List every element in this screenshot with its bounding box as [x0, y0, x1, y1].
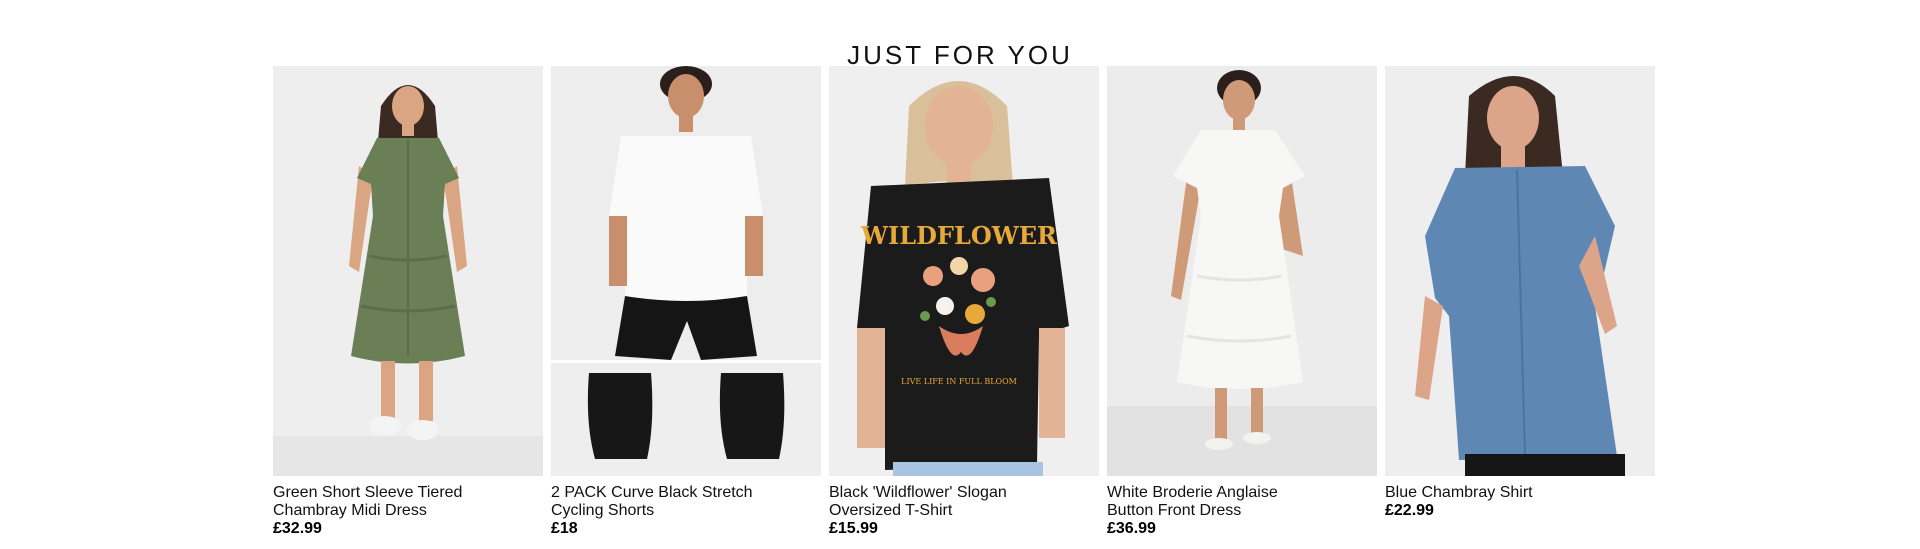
- print-slogan: WILDFLOWER: [860, 221, 1058, 250]
- product-image-flatlay: [551, 363, 821, 476]
- product-title[interactable]: White Broderie Anglaise Button Front Dre…: [1107, 484, 1377, 520]
- product-card[interactable]: 2 PACK Curve Black Stretch Cycling Short…: [551, 66, 821, 538]
- product-title[interactable]: Blue Chambray Shirt: [1385, 484, 1655, 502]
- print-subtext: LIVE LIFE IN FULL BLOOM: [901, 377, 1017, 386]
- shorts-flatlay-photo: [551, 363, 821, 476]
- product-image-white-dress[interactable]: [1107, 66, 1377, 476]
- product-image-cycling-shorts[interactable]: [551, 66, 821, 476]
- white-dress-photo: [1107, 66, 1377, 476]
- product-title[interactable]: 2 PACK Curve Black Stretch Cycling Short…: [551, 484, 821, 520]
- product-card[interactable]: White Broderie Anglaise Button Front Dre…: [1107, 66, 1377, 538]
- just-for-you-section: JUST FOR YOU Green Short Sleeve Tiered C…: [0, 0, 1920, 549]
- product-card[interactable]: WILDFLOWER LIVE LIFE IN FULL BLOOM Black…: [829, 66, 1099, 538]
- product-image-wildflower-tshirt[interactable]: WILDFLOWER LIVE LIFE IN FULL BLOOM: [829, 66, 1099, 476]
- product-title[interactable]: Black 'Wildflower' Slogan Oversized T-Sh…: [829, 484, 1099, 520]
- product-price: £36.99: [1107, 520, 1156, 537]
- product-image-green-dress[interactable]: [273, 66, 543, 476]
- product-image-chambray-shirt[interactable]: [1385, 66, 1655, 476]
- product-price: £15.99: [829, 520, 878, 537]
- product-carousel: Green Short Sleeve Tiered Chambray Midi …: [273, 66, 1655, 538]
- product-card[interactable]: Blue Chambray Shirt £22.99: [1385, 66, 1655, 538]
- product-image-model: [551, 66, 821, 360]
- green-dress-photo: [273, 66, 543, 476]
- product-price: £18: [551, 520, 578, 537]
- wildflower-tshirt-photo: WILDFLOWER LIVE LIFE IN FULL BLOOM: [829, 66, 1099, 476]
- cycling-shorts-photo: [551, 66, 821, 360]
- product-title[interactable]: Green Short Sleeve Tiered Chambray Midi …: [273, 484, 543, 520]
- chambray-shirt-photo: [1385, 66, 1655, 476]
- product-price: £32.99: [273, 520, 322, 537]
- product-card[interactable]: Green Short Sleeve Tiered Chambray Midi …: [273, 66, 543, 538]
- product-price: £22.99: [1385, 502, 1434, 519]
